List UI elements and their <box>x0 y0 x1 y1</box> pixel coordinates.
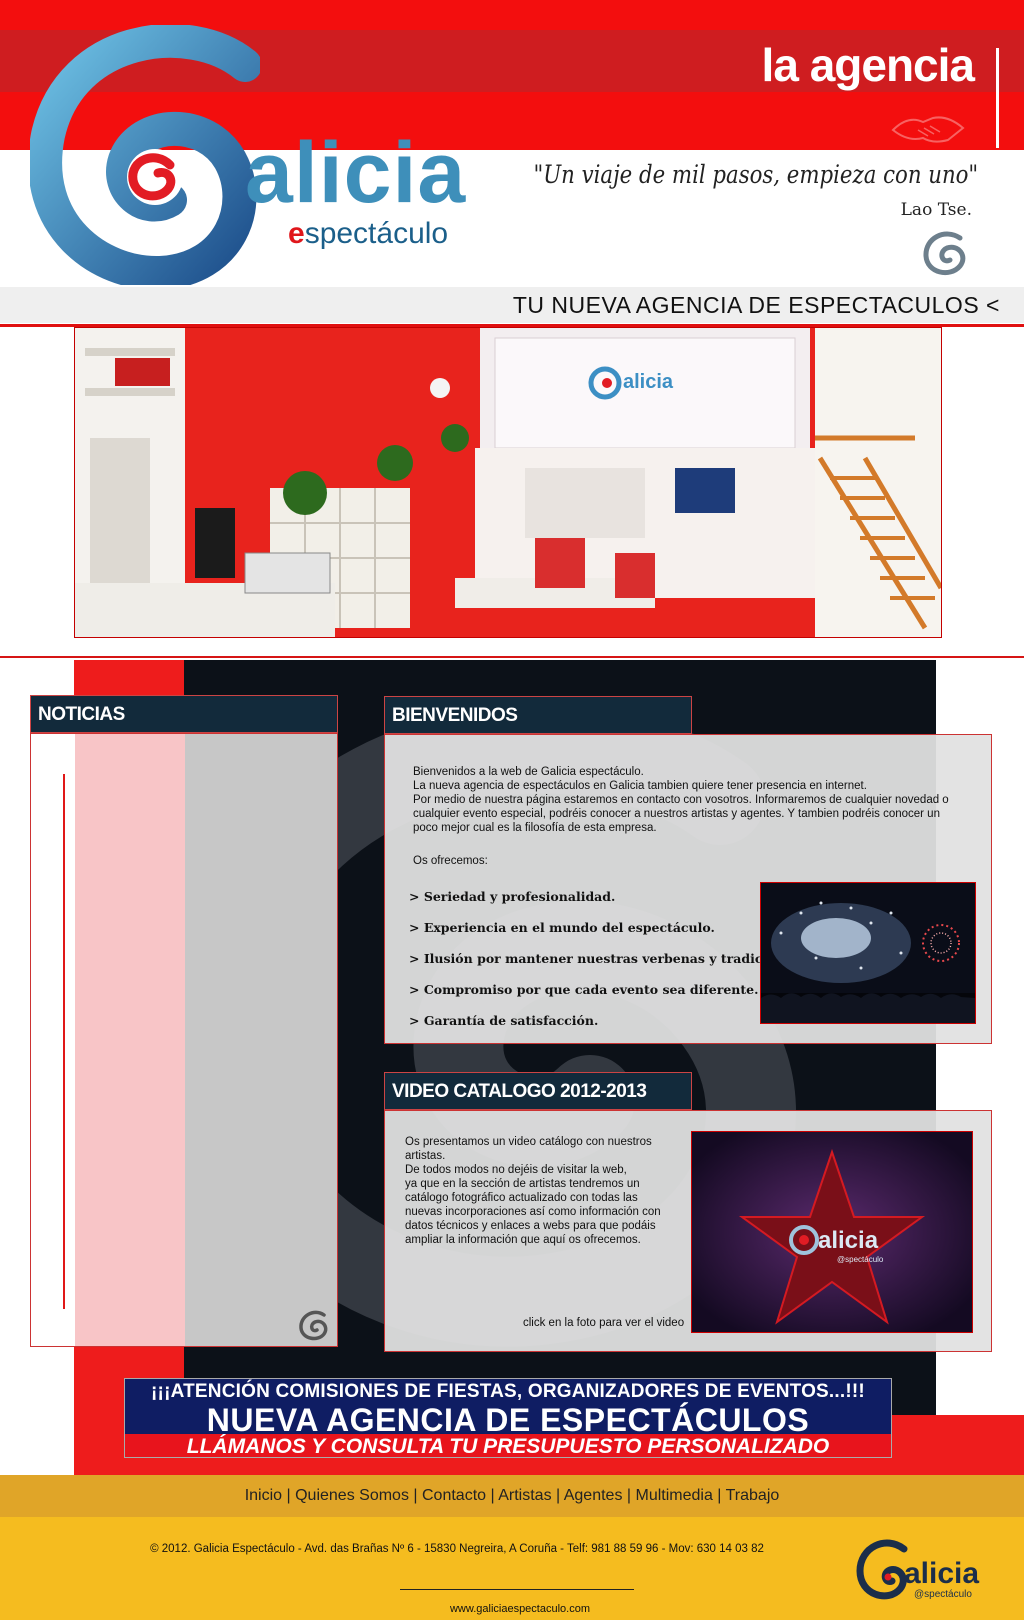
nav-link-artistas[interactable]: Artistas <box>498 1487 551 1504</box>
nav-separator: | <box>551 1487 564 1504</box>
nav-link-agentes[interactable]: Agentes <box>564 1487 623 1504</box>
noticias-grey-column <box>185 734 337 1346</box>
video-paragraph: ya que en la sección de artistas tendrem… <box>405 1178 661 1246</box>
video-logo-text: alicia <box>818 1227 879 1254</box>
bienvenidos-heading: BIENVENIDOS <box>384 696 692 734</box>
noticias-panel <box>30 733 338 1347</box>
welcome-paragraph: Por medio de nuestra página estaremos en… <box>413 794 949 834</box>
welcome-paragraph: Bienvenidos a la web de Galicia espectác… <box>413 766 644 778</box>
nav-link-quienes-somos[interactable]: Quienes Somos <box>295 1487 409 1504</box>
bienvenidos-panel: Bienvenidos a la web de Galicia espectác… <box>384 734 992 1044</box>
video-panel: Os presentamos un video catálogo con nue… <box>384 1110 992 1352</box>
list-item: > Compromiso por que cada evento sea dif… <box>409 982 759 997</box>
concert-photo <box>760 882 976 1024</box>
tagline: TU NUEVA AGENCIA DE ESPECTACULOS < <box>512 292 1000 318</box>
handshake-icon <box>891 116 965 143</box>
noticias-heading: NOTICIAS <box>30 695 338 733</box>
office-photo: alicia <box>74 327 942 638</box>
nav-separator: | <box>622 1487 636 1504</box>
office-sign-text: alicia <box>623 371 674 393</box>
footer-logo-text: alicia <box>904 1557 979 1590</box>
list-item: > Experiencia en el mundo del espectácul… <box>409 920 715 935</box>
footer-logo: alicia @spectáculo <box>856 1539 979 1600</box>
logo-subtitle: espectáculo <box>288 217 449 250</box>
banner-line-1: ¡¡¡ATENCIÓN COMISIONES DE FIESTAS, ORGAN… <box>151 1381 865 1402</box>
video-description: Os presentamos un video catálogo con nue… <box>405 1135 665 1247</box>
promo-banner[interactable]: ¡¡¡ATENCIÓN COMISIONES DE FIESTAS, ORGAN… <box>124 1378 892 1458</box>
video-logo-subtext: @spectáculo <box>837 1255 884 1264</box>
welcome-text: Bienvenidos a la web de Galicia espectác… <box>413 765 953 835</box>
video-paragraph: Os presentamos un video catálogo con nue… <box>405 1136 652 1162</box>
footer-divider <box>400 1589 634 1590</box>
quote-author: Lao Tse. <box>900 200 972 220</box>
noticias-pink-column <box>75 734 185 1346</box>
bottom-right-red-band <box>936 1415 1024 1475</box>
nav-separator: | <box>282 1487 296 1504</box>
site-header: la agencia "Un viaje de mil pasos, empie… <box>0 0 1024 330</box>
nav-separator: | <box>486 1487 499 1504</box>
banner-red-strip: LLÁMANOS Y CONSULTA TU PRESUPUESTO PERSO… <box>125 1434 891 1458</box>
video-heading: VIDEO CATALOGO 2012-2013 <box>384 1072 692 1110</box>
noticias-marker <box>63 774 65 1309</box>
nav-link-trabajo[interactable]: Trabajo <box>726 1487 780 1504</box>
hero-divider <box>0 656 1024 658</box>
list-item: > Ilusión por mantener nuestras verbenas… <box>409 951 804 966</box>
banner-line-3: LLÁMANOS Y CONSULTA TU PRESUPUESTO PERSO… <box>186 1435 830 1458</box>
offer-list: > Seriedad y profesionalidad. > Experien… <box>409 889 804 1044</box>
nav-link-contacto[interactable]: Contacto <box>422 1487 486 1504</box>
logo-swirl-icon <box>30 25 260 285</box>
nav-link-inicio[interactable]: Inicio <box>245 1487 282 1504</box>
video-click-hint: click en la foto para ver el video <box>523 1317 685 1329</box>
video-paragraph: De todos modos no dejéis de visitar la w… <box>405 1164 627 1176</box>
offer-intro: Os ofrecemos: <box>413 855 488 867</box>
video-thumbnail[interactable]: alicia @spectáculo <box>691 1131 973 1333</box>
nav-link-multimedia[interactable]: Multimedia <box>636 1487 713 1504</box>
nav-separator: | <box>408 1487 422 1504</box>
title-divider <box>996 48 999 148</box>
quote: "Un viaje de mil pasos, empieza con uno" <box>533 160 978 189</box>
spiral-icon <box>923 231 966 276</box>
logo-wordmark: alicia <box>245 125 467 221</box>
list-item: > Garantía de satisfacción. <box>409 1013 599 1028</box>
spiral-icon <box>299 1310 328 1341</box>
office-illustration: alicia <box>75 328 941 637</box>
nav-separator: | <box>712 1487 726 1504</box>
welcome-paragraph: La nueva agencia de espectáculos en Gali… <box>413 780 867 792</box>
main-content: NOTICIAS BIENVENIDOS Bienvenidos a la we… <box>0 660 1024 1475</box>
nav-links: Inicio | Quienes Somos | Contacto | Arti… <box>0 1475 1024 1505</box>
section-title: la agencia <box>761 39 975 91</box>
footer-nav: Inicio | Quienes Somos | Contacto | Arti… <box>0 1475 1024 1517</box>
footer-logo-subtext: @spectáculo <box>914 1589 972 1600</box>
list-item: > Seriedad y profesionalidad. <box>409 889 616 904</box>
site-footer: © 2012. Galicia Espectáculo - Avd. das B… <box>0 1517 1024 1620</box>
